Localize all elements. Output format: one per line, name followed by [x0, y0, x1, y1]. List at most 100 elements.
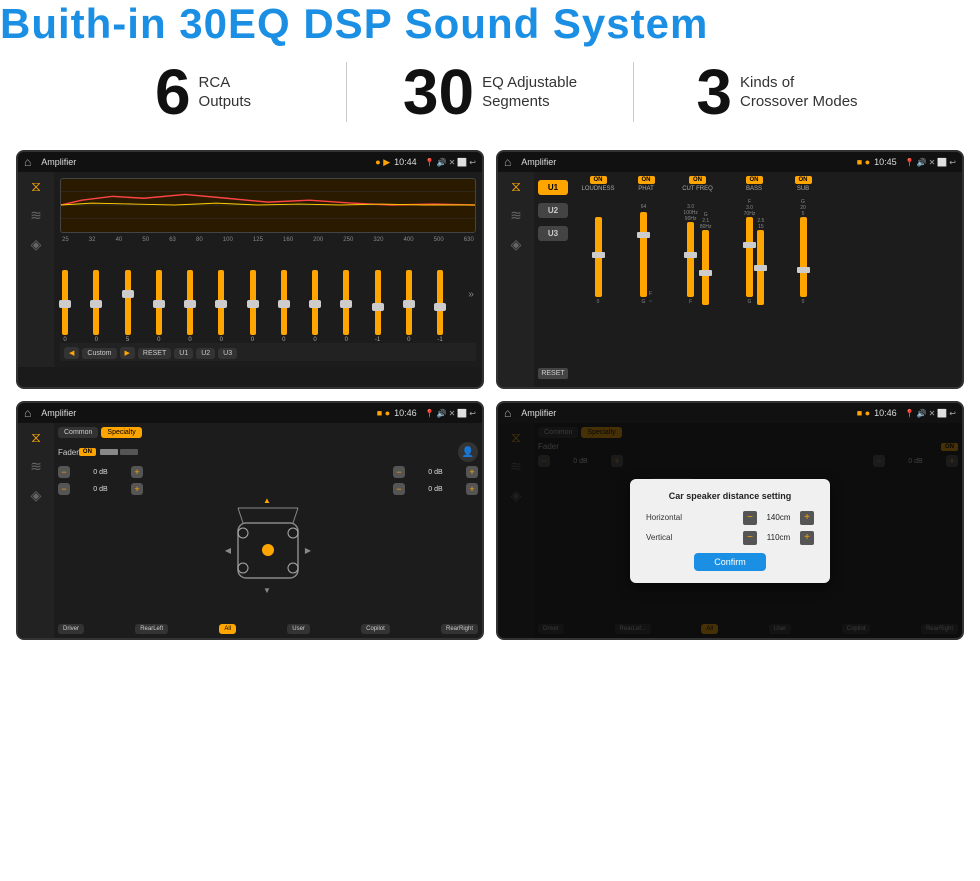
cross-cutfreq-label: CUT FREQ	[682, 186, 713, 192]
fader-user-btn[interactable]: User	[287, 624, 310, 634]
eq-u1-btn[interactable]: U1	[174, 348, 193, 359]
eq-slider-1[interactable]: 0	[62, 270, 68, 343]
cross-wave-icon[interactable]: ≋	[510, 207, 522, 224]
fader-minus-1[interactable]: −	[58, 466, 70, 478]
fader-plus-2[interactable]: +	[131, 483, 143, 495]
eq-slider-11[interactable]: -1	[375, 270, 381, 343]
cross-speaker-icon[interactable]: ◈	[511, 236, 522, 253]
dialog-status-bar: ⌂ Amplifier ■ ● 10:46 📍🔊✕⬜↩	[498, 403, 962, 423]
cross-loudness-on[interactable]: ON	[590, 176, 607, 184]
stats-row: 6 RCAOutputs 30 EQ AdjustableSegments 3 …	[0, 48, 980, 142]
eq-slider-13[interactable]: -1	[437, 270, 443, 343]
eq-slider-9[interactable]: 0	[312, 270, 318, 343]
page-header: Buith-in 30EQ DSP Sound System	[0, 0, 980, 48]
dialog-horizontal-value: 140cm	[761, 513, 796, 522]
eq-next-btn[interactable]: ▶	[120, 347, 135, 359]
eq-prev-btn[interactable]: ◀	[64, 347, 79, 359]
fader-minus-4[interactable]: −	[393, 483, 405, 495]
eq-slider-7[interactable]: 0	[250, 270, 256, 343]
eq-custom-btn[interactable]: Custom	[82, 348, 116, 359]
eq-status-dots: ● ▶	[375, 157, 390, 168]
eq-slider-4[interactable]: 0	[156, 270, 162, 343]
dialog-horizontal-row: Horizontal − 140cm +	[646, 511, 814, 525]
fader-bottom-buttons: Driver RearLeft All User Copilot RearRig…	[58, 624, 478, 634]
fader-plus-1[interactable]: +	[131, 466, 143, 478]
cross-sub-on[interactable]: ON	[795, 176, 812, 184]
cross-u3-btn[interactable]: U3	[538, 226, 568, 241]
svg-text:▶: ▶	[305, 546, 312, 555]
dialog-horizontal-minus[interactable]: −	[743, 511, 757, 525]
eq-slider-10[interactable]: 0	[343, 270, 349, 343]
eq-tuner-icon[interactable]: ⧖	[31, 178, 41, 195]
fader-left-sidebar: ⧖ ≋ ◈	[18, 423, 54, 638]
confirm-button[interactable]: Confirm	[694, 553, 766, 571]
fader-wave-icon[interactable]: ≋	[30, 458, 42, 475]
fader-copilot-btn[interactable]: Copilot	[361, 624, 390, 634]
fader-rearright-btn[interactable]: RearRight	[441, 624, 478, 634]
eq-u2-btn[interactable]: U2	[196, 348, 215, 359]
eq-graph	[60, 178, 476, 233]
fader-minus-3[interactable]: −	[393, 466, 405, 478]
fader-tab-specialty[interactable]: Specialty	[101, 427, 141, 438]
stat-number-rca: 6	[155, 60, 191, 124]
crossover-content: ⧖ ≋ ◈ U1 U2 U3 RESET ON LOUDNESS	[498, 172, 962, 387]
eq-time: 10:44	[394, 157, 417, 167]
dialog-status-icons: 📍🔊✕⬜↩	[905, 409, 956, 418]
fader-home-icon[interactable]: ⌂	[24, 406, 31, 420]
fader-status-dots: ■ ●	[377, 408, 390, 418]
cross-cutfreq-col: ON CUT FREQ 3.0 100Hz 90Hz F	[670, 176, 725, 383]
fader-tab-common[interactable]: Common	[58, 427, 98, 438]
fader-rearleft-btn[interactable]: RearLeft	[135, 624, 168, 634]
eq-u3-btn[interactable]: U3	[218, 348, 237, 359]
fader-plus-4[interactable]: +	[466, 483, 478, 495]
eq-slider-6[interactable]: 0	[218, 270, 224, 343]
fader-status-icons: 📍🔊✕⬜↩	[425, 409, 476, 418]
crossover-status-bar: ⌂ Amplifier ■ ● 10:45 📍🔊✕⬜↩	[498, 152, 962, 172]
stat-text-rca: RCAOutputs	[199, 73, 252, 112]
cross-status-icons: 📍🔊✕⬜↩	[905, 158, 956, 167]
fader-all-btn[interactable]: All	[219, 624, 236, 634]
cross-u2-btn[interactable]: U2	[538, 203, 568, 218]
cross-status-dots: ■ ●	[857, 157, 870, 167]
cross-home-icon[interactable]: ⌂	[504, 155, 511, 169]
stat-text-eq: EQ AdjustableSegments	[482, 73, 577, 112]
eq-screen: ⌂ Amplifier ● ▶ 10:44 📍🔊✕⬜↩ ⧖ ≋ ◈	[16, 150, 484, 389]
dialog-status-dots: ■ ●	[857, 408, 870, 418]
eq-speaker-icon[interactable]: ◈	[31, 236, 42, 253]
cross-tuner-icon[interactable]: ⧖	[511, 178, 521, 195]
home-icon[interactable]: ⌂	[24, 155, 31, 169]
cross-phat-on[interactable]: ON	[638, 176, 655, 184]
svg-text:◀: ◀	[225, 546, 232, 555]
eq-main-panel: 2532 4050 6380 100125 160200 250320 4005…	[54, 172, 482, 367]
fader-screen: ⌂ Amplifier ■ ● 10:46 📍🔊✕⬜↩ ⧖ ≋ ◈ Common…	[16, 401, 484, 640]
eq-reset-btn[interactable]: RESET	[138, 348, 171, 359]
stat-text-crossover: Kinds ofCrossover Modes	[740, 73, 858, 112]
cross-bass-on[interactable]: ON	[746, 176, 763, 184]
eq-slider-3[interactable]: 5	[125, 270, 131, 343]
fader-val-4: 0 dB	[408, 486, 463, 493]
dialog-vertical-plus[interactable]: +	[800, 531, 814, 545]
fader-driver-btn[interactable]: Driver	[58, 624, 84, 634]
fader-label: Fader	[58, 448, 79, 457]
eq-slider-8[interactable]: 0	[281, 270, 287, 343]
stat-number-crossover: 3	[696, 60, 732, 124]
eq-freq-labels: 2532 4050 6380 100125 160200 250320 4005…	[60, 237, 476, 243]
dialog-horizontal-plus[interactable]: +	[800, 511, 814, 525]
eq-slider-5[interactable]: 0	[187, 270, 193, 343]
fader-minus-2[interactable]: −	[58, 483, 70, 495]
eq-slider-12[interactable]: 0	[406, 270, 412, 343]
eq-bottom-bar: ◀ Custom ▶ RESET U1 U2 U3	[60, 343, 476, 361]
dialog-home-icon[interactable]: ⌂	[504, 406, 511, 420]
fader-speaker-icon[interactable]: ◈	[31, 487, 42, 504]
eq-wave-icon[interactable]: ≋	[30, 207, 42, 224]
fader-tuner-icon[interactable]: ⧖	[31, 429, 41, 446]
dialog-vertical-value: 110cm	[761, 533, 796, 542]
cross-reset-btn[interactable]: RESET	[538, 368, 568, 379]
eq-slider-2[interactable]: 0	[93, 270, 99, 343]
cross-u1-btn[interactable]: U1	[538, 180, 568, 195]
svg-text:▲: ▲	[263, 496, 271, 505]
cross-cutfreq-on[interactable]: ON	[689, 176, 706, 184]
fader-on-btn[interactable]: ON	[79, 448, 96, 456]
fader-plus-3[interactable]: +	[466, 466, 478, 478]
dialog-vertical-minus[interactable]: −	[743, 531, 757, 545]
